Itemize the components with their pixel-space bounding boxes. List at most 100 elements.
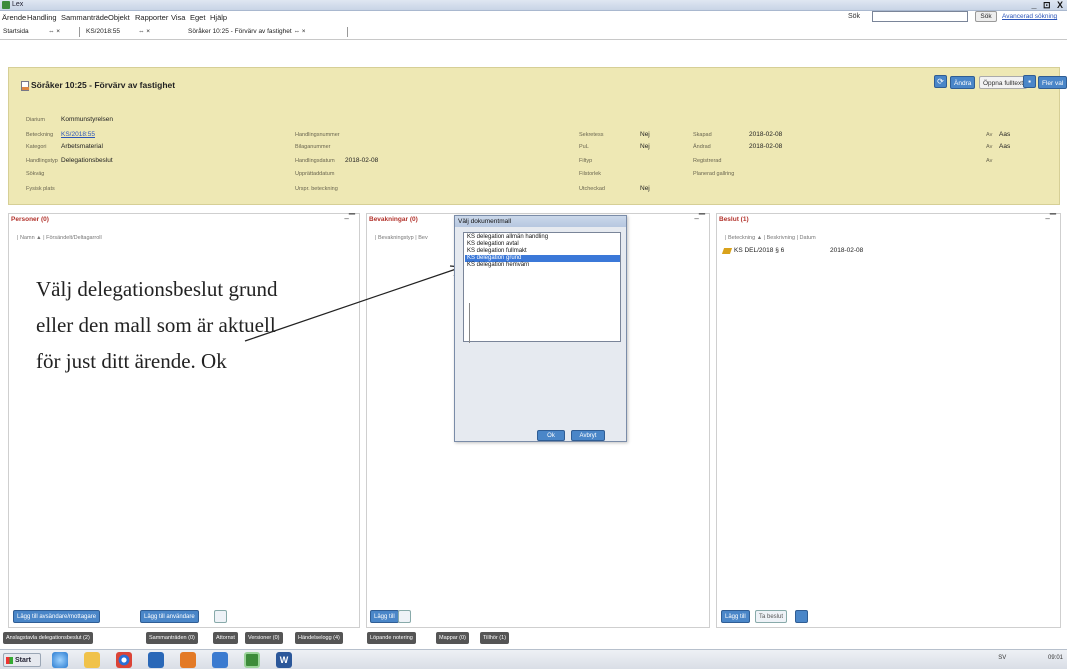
column-headers[interactable]: | Beteckning ▲ | Beskrivning | Datum <box>725 235 816 241</box>
search-label: Sök <box>848 13 861 20</box>
app-icon[interactable] <box>212 652 228 668</box>
chrome-icon[interactable] <box>116 652 132 668</box>
add-user-button[interactable]: Lägg till användare <box>140 610 199 623</box>
tab-lopande-notering[interactable]: Löpande notering <box>367 632 416 644</box>
table-row[interactable]: KS DEL/2018 § 6 2018-02-08 <box>721 247 1023 256</box>
field-label: Upprättaddatum <box>295 171 335 177</box>
template-list[interactable]: KS delegation allmän handling KS delegat… <box>463 232 621 343</box>
field-value: 2018-02-08 <box>749 143 783 150</box>
clipboard-icon[interactable] <box>398 610 411 623</box>
template-item-allman[interactable]: KS delegation allmän handling <box>465 234 620 241</box>
tab-versioner[interactable]: Versioner (0) <box>245 632 283 644</box>
field-label: Handlingsnummer <box>295 132 340 138</box>
tab-startsida[interactable]: Startsida <box>3 28 29 35</box>
take-decision-button[interactable]: Ta beslut <box>755 610 788 623</box>
app-icon <box>2 1 10 9</box>
media-icon[interactable] <box>148 652 164 668</box>
tab-mappar[interactable]: Mappar (0) <box>436 632 469 644</box>
field-label: Av <box>986 132 993 138</box>
outlook-icon[interactable] <box>180 652 196 668</box>
add-recipient-button[interactable]: Lägg till avsändare/mottagare <box>13 610 101 623</box>
pencil-icon <box>721 248 733 254</box>
document-icon <box>21 81 29 91</box>
search-button[interactable]: Sök <box>975 11 997 22</box>
add-watch-button[interactable]: Lägg till <box>370 610 399 623</box>
advanced-search-link[interactable]: Avancerad sökning <box>1002 13 1057 20</box>
cancel-button[interactable]: Avbryt <box>571 430 605 441</box>
start-button[interactable]: Start <box>3 653 41 667</box>
tab-attornst[interactable]: Attornst <box>213 632 238 644</box>
instruction-annotation: Välj delegationsbeslut grund eller den m… <box>20 263 277 393</box>
field-value: Arbetsmaterial <box>61 143 103 150</box>
menu-arende[interactable]: Ärende <box>2 13 26 22</box>
save-icon[interactable] <box>795 610 808 623</box>
case-link[interactable]: KS/2018:55 <box>61 131 95 138</box>
tab-handelselogg[interactable]: Händelselogg (4) <box>295 632 343 644</box>
menu-hjalp[interactable]: Hjälp <box>210 13 227 22</box>
field-value: Delegationsbeslut <box>61 157 113 164</box>
tab-sammantraden[interactable]: Sammanträden (0) <box>146 632 198 644</box>
word-icon[interactable]: W <box>276 652 292 668</box>
title-bar: Lex _ ⊡ X <box>0 0 1067 11</box>
tab-tillhor[interactable]: Tillhör (1) <box>480 632 510 644</box>
field-label: Handlingsdatum <box>295 158 335 164</box>
field-label: Ändrad <box>693 144 711 150</box>
minimize-icon[interactable]: –▔ <box>344 214 355 223</box>
panel-title: Beslut (1) <box>719 216 749 223</box>
template-item-avtal[interactable]: KS delegation avtal <box>465 241 620 248</box>
column-headers[interactable]: | Bevakningstyp | Bev <box>375 235 428 241</box>
save-icon[interactable]: ▪ <box>1023 75 1036 88</box>
tab-ks-2018-55[interactable]: KS/2018:55 <box>86 28 120 35</box>
field-value: Nej <box>640 131 650 138</box>
clock[interactable]: 09:01 <box>1048 655 1063 661</box>
list-scroll-marker <box>469 303 470 343</box>
menu-handling[interactable]: Handling <box>27 13 57 22</box>
field-label: Handlingstyp <box>26 158 58 164</box>
tab-anslagstavla[interactable]: Anslagstavla delegationsbeslut (2) <box>3 632 93 644</box>
field-label: Beteckning <box>26 132 54 138</box>
edit-button[interactable]: Ändra <box>950 76 976 89</box>
field-label: Bilaganummer <box>295 144 331 150</box>
document-header: Söråker 10:25 - Förvärv av fastighet ⟳ Ä… <box>8 67 1067 205</box>
annotation-arrow <box>244 265 464 342</box>
template-item-grund[interactable]: KS delegation grund <box>465 255 620 262</box>
menu-eget[interactable]: Eget <box>190 13 205 22</box>
minimize-icon[interactable]: –▔ <box>1045 214 1056 223</box>
tab-close-controls[interactable]: ⇔ × <box>138 28 150 35</box>
template-item-hemvarn[interactable]: KS delegation hemvärn <box>465 262 620 269</box>
dialog-title: Välj dokumentmall <box>455 216 626 227</box>
field-label: Sökväg <box>26 171 45 177</box>
more-options-button[interactable]: Fler val <box>1038 76 1067 89</box>
decisions-panel: Beslut (1) –▔ | Beteckning ▲ | Beskrivni… <box>716 213 1061 628</box>
tab-close-controls[interactable]: ⇔ × <box>48 28 60 35</box>
folder-icon[interactable] <box>84 652 100 668</box>
refresh-icon[interactable]: ⟳ <box>934 75 947 88</box>
column-headers[interactable]: | Namn ▲ | Försändelt/Deltagarroll <box>17 235 102 241</box>
add-decision-button[interactable]: Lägg till <box>721 610 750 623</box>
menu-bar: Ärende Handling Sammanträde Objekt Rappo… <box>0 11 1067 24</box>
tab-soraker[interactable]: Söråker 10:25 - Förvärv av fastighet ⇔ × <box>188 28 306 35</box>
clipboard-icon[interactable] <box>214 610 227 623</box>
menu-visa[interactable]: Visa <box>171 13 185 22</box>
language-indicator[interactable]: SV <box>998 655 1006 661</box>
menu-objekt[interactable]: Objekt <box>108 13 130 22</box>
ie-icon[interactable] <box>52 652 68 668</box>
window-controls[interactable]: _ ⊡ X <box>1031 0 1065 11</box>
minimize-icon[interactable]: –▔ <box>694 214 705 223</box>
ok-button[interactable]: Ok <box>537 430 565 441</box>
field-label: Urspr. beteckning <box>295 186 338 192</box>
template-item-fullmakt[interactable]: KS delegation fullmakt <box>465 248 620 255</box>
lex-icon[interactable] <box>244 652 260 668</box>
window-title: Lex <box>12 1 24 8</box>
open-fulltext-button[interactable]: Öppna fulltext <box>979 76 1028 89</box>
menu-sammantrade[interactable]: Sammanträde <box>61 13 108 22</box>
template-dialog: Välj dokumentmall KS delegation allmän h… <box>454 215 627 442</box>
tab-separator <box>79 27 80 37</box>
page-title: Söråker 10:25 - Förvärv av fastighet <box>31 80 176 90</box>
panel-title: Personer (0) <box>11 216 49 223</box>
field-label: Registrerad <box>693 158 722 164</box>
field-label: Diarium <box>26 117 45 123</box>
search-input[interactable] <box>872 11 968 22</box>
field-label: Av <box>986 144 993 150</box>
menu-rapporter[interactable]: Rapporter <box>135 13 168 22</box>
